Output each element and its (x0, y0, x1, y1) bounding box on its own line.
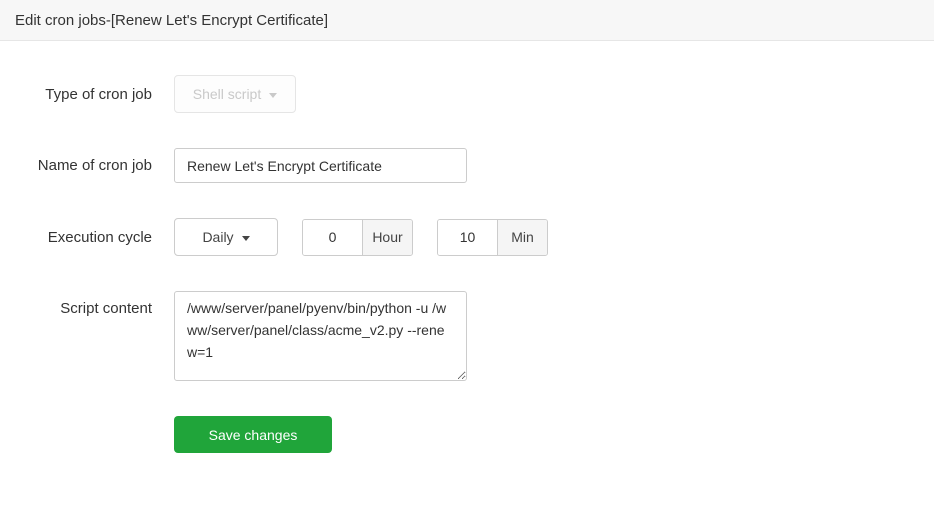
script-content-label: Script content (60, 300, 152, 317)
form-row-actions: Save changes (0, 416, 934, 453)
caret-down-icon (269, 92, 278, 98)
cron-type-dropdown: Shell script (174, 75, 296, 113)
minute-input[interactable] (438, 219, 497, 255)
form-row-type: Type of cron job Shell script (0, 75, 934, 113)
hour-input-group: Hour (302, 218, 413, 256)
cycle-period-dropdown[interactable]: Daily (174, 218, 278, 256)
form-row-name: Name of cron job (0, 148, 934, 183)
hour-unit-label: Hour (362, 219, 412, 255)
dialog-title: Edit cron jobs-[Renew Let's Encrypt Cert… (15, 11, 328, 29)
cron-edit-form: Type of cron job Shell script Name of cr… (0, 41, 934, 453)
form-row-script: Script content /www/server/panel/pyenv/b… (0, 291, 934, 381)
cycle-period-value: Daily (202, 229, 234, 245)
form-row-cycle: Execution cycle Daily Hour Min (0, 218, 934, 256)
minute-input-group: Min (437, 218, 548, 256)
name-of-cron-job-label: Name of cron job (37, 157, 152, 174)
minute-unit-label: Min (497, 219, 547, 255)
cron-name-input[interactable] (174, 148, 467, 183)
dialog-header: Edit cron jobs-[Renew Let's Encrypt Cert… (0, 0, 934, 41)
caret-down-icon (241, 235, 250, 241)
execution-cycle-label: Execution cycle (47, 228, 152, 246)
hour-input[interactable] (303, 219, 362, 255)
save-changes-button[interactable]: Save changes (174, 416, 332, 453)
cron-type-value: Shell script (192, 86, 262, 102)
type-of-cron-job-label: Type of cron job (45, 85, 152, 103)
script-content-textarea[interactable]: /www/server/panel/pyenv/bin/python -u /w… (174, 291, 467, 381)
